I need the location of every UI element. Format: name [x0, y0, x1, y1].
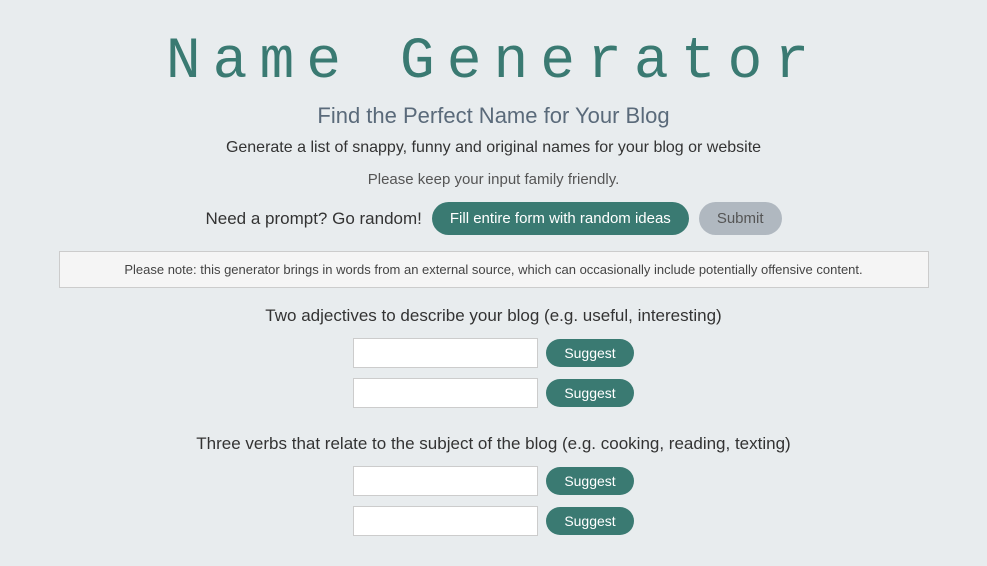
- notice-box: Please note: this generator brings in wo…: [59, 251, 929, 288]
- random-label: Need a prompt? Go random!: [205, 209, 421, 229]
- verb2-input[interactable]: [353, 506, 538, 536]
- subtitle: Find the Perfect Name for Your Blog: [317, 103, 669, 129]
- adjective2-suggest-button[interactable]: Suggest: [546, 379, 633, 407]
- description: Generate a list of snappy, funny and ori…: [226, 139, 761, 157]
- verb2-suggest-button[interactable]: Suggest: [546, 507, 633, 535]
- verbs-section-title: Three verbs that relate to the subject o…: [196, 434, 790, 454]
- verb1-suggest-button[interactable]: Suggest: [546, 467, 633, 495]
- adjective1-suggest-button[interactable]: Suggest: [546, 339, 633, 367]
- adjective1-row: Suggest: [353, 338, 633, 368]
- verb1-row: Suggest: [353, 466, 633, 496]
- family-friendly-note: Please keep your input family friendly.: [368, 171, 620, 188]
- adjective1-input[interactable]: [353, 338, 538, 368]
- adjective2-input[interactable]: [353, 378, 538, 408]
- random-prompt-row: Need a prompt? Go random! Fill entire fo…: [205, 202, 781, 235]
- verb2-row: Suggest: [353, 506, 633, 536]
- fill-random-button[interactable]: Fill entire form with random ideas: [432, 202, 689, 235]
- adjective2-row: Suggest: [353, 378, 633, 408]
- submit-button[interactable]: Submit: [699, 202, 782, 235]
- verbs-section: Three verbs that relate to the subject o…: [0, 434, 987, 546]
- verb1-input[interactable]: [353, 466, 538, 496]
- page-title: Name Generator: [166, 30, 821, 95]
- adjectives-section: Two adjectives to describe your blog (e.…: [0, 306, 987, 418]
- adjectives-section-title: Two adjectives to describe your blog (e.…: [265, 306, 721, 326]
